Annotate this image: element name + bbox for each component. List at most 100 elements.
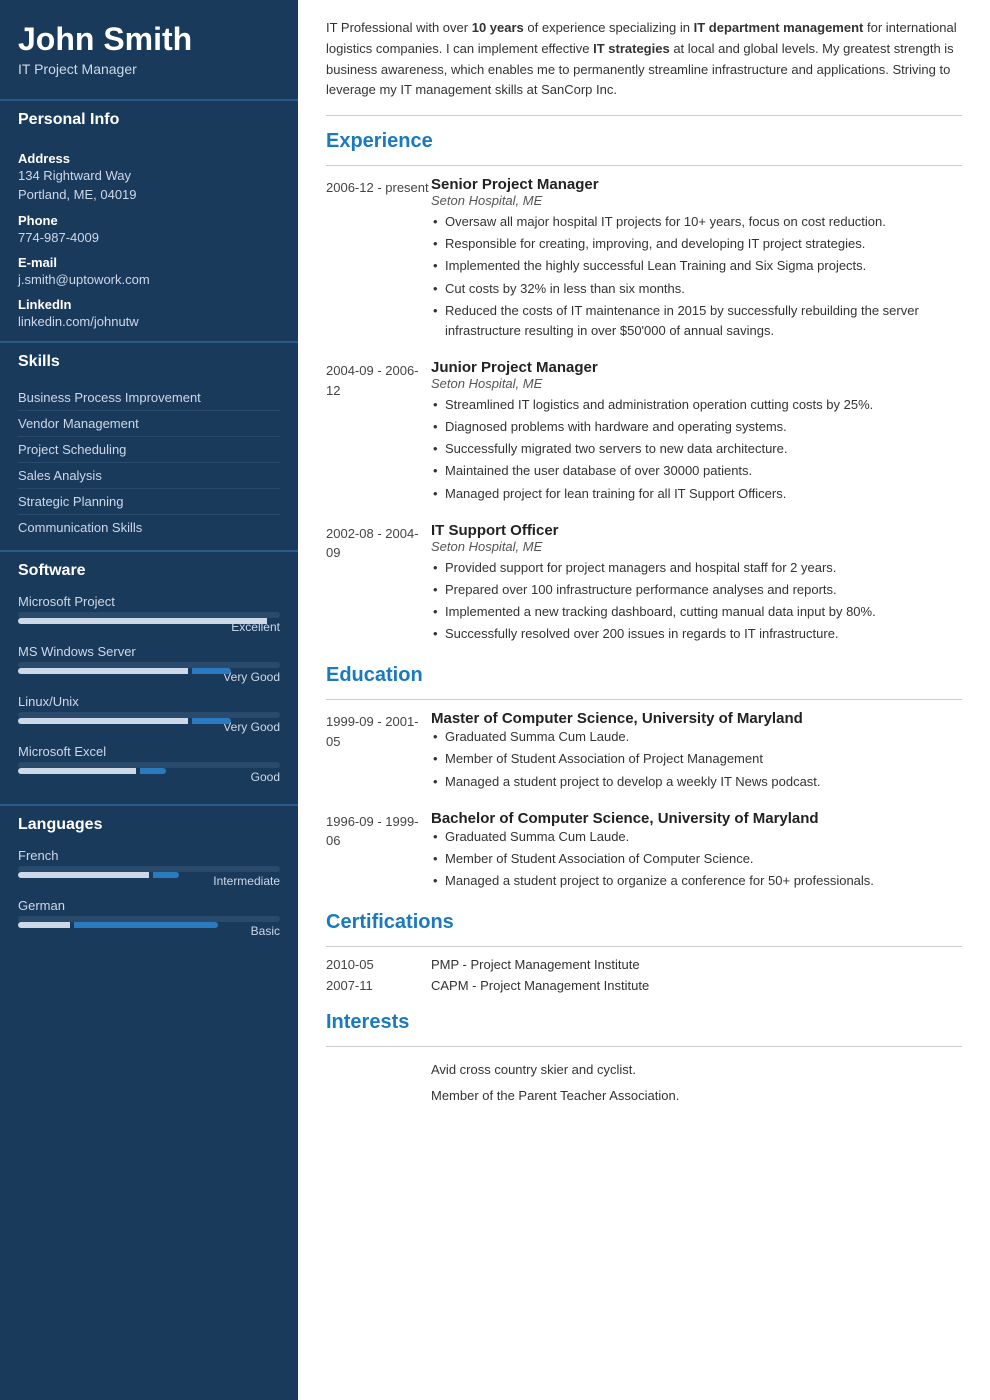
education-entry-1: 1996-09 - 1999-06 Bachelor of Computer S… <box>326 810 962 893</box>
bar-fill <box>18 668 188 674</box>
bullet-item: Graduated Summa Cum Laude. <box>431 727 962 747</box>
cert-date: 2007-11 <box>326 978 431 993</box>
degree-title: Bachelor of Computer Science, University… <box>431 810 962 827</box>
bullet-item: Managed a student project to organize a … <box>431 871 962 891</box>
bullet-item: Diagnosed problems with hardware and ope… <box>431 417 962 437</box>
bullet-item: Prepared over 100 infrastructure perform… <box>431 580 962 600</box>
bullets-list: Streamlined IT logistics and administrat… <box>431 395 962 504</box>
skill-item: Strategic Planning <box>18 489 280 515</box>
skills-title: Skills <box>0 341 298 377</box>
entry-date: 2004-09 - 2006-12 <box>326 359 431 506</box>
address-line2: Portland, ME, 04019 <box>18 186 280 204</box>
software-bar <box>18 612 280 618</box>
bar-fill <box>18 718 188 724</box>
address-label: Address <box>18 151 280 166</box>
bullet-item: Implemented a new tracking dashboard, cu… <box>431 602 962 622</box>
bullets-list: Graduated Summa Cum Laude. Member of Stu… <box>431 827 962 891</box>
candidate-name: John Smith <box>18 22 280 57</box>
software-item-3: Microsoft Excel Good <box>18 744 280 784</box>
company: Seton Hospital, ME <box>431 193 962 208</box>
skill-item: Project Scheduling <box>18 437 280 463</box>
bullet-item: Responsible for creating, improving, and… <box>431 234 962 254</box>
entry-body: Bachelor of Computer Science, University… <box>431 810 962 893</box>
skill-item: Business Process Improvement <box>18 385 280 411</box>
bar-fill <box>18 768 136 774</box>
software-name: Linux/Unix <box>18 694 280 709</box>
experience-section: Experience 2006-12 - present Senior Proj… <box>326 130 962 646</box>
software-item-2: Linux/Unix Very Good <box>18 694 280 734</box>
lang-name: German <box>18 898 280 913</box>
bar-fill <box>18 618 267 624</box>
software-title: Software <box>0 550 298 586</box>
bar-accent <box>192 668 231 674</box>
cert-date: 2010-05 <box>326 957 431 972</box>
linkedin-label: LinkedIn <box>18 297 280 312</box>
entry-body: Junior Project Manager Seton Hospital, M… <box>431 359 962 506</box>
lang-name: French <box>18 848 280 863</box>
bullet-item: Successfully resolved over 200 issues in… <box>431 624 962 644</box>
company: Seton Hospital, ME <box>431 376 962 391</box>
language-item-1: German Basic <box>18 898 280 938</box>
education-section: Education 1999-09 - 2001-05 Master of Co… <box>326 664 962 893</box>
education-divider <box>326 699 962 700</box>
software-bar <box>18 712 280 718</box>
bar-accent <box>140 768 166 774</box>
experience-entry-2: 2002-08 - 2004-09 IT Support Officer Set… <box>326 522 962 647</box>
languages-title: Languages <box>0 804 298 840</box>
software-item-1: MS Windows Server Very Good <box>18 644 280 684</box>
sidebar: John Smith IT Project Manager Personal I… <box>0 0 298 1400</box>
entry-body: Master of Computer Science, University o… <box>431 710 962 793</box>
software-item-0: Microsoft Project Excellent <box>18 594 280 634</box>
cert-entry-1: 2007-11 CAPM - Project Management Instit… <box>326 978 962 993</box>
job-title: Junior Project Manager <box>431 359 962 376</box>
cert-value: CAPM - Project Management Institute <box>431 978 649 993</box>
bullet-item: Member of Student Association of Project… <box>431 749 962 769</box>
software-bar <box>18 762 280 768</box>
linkedin-value: linkedin.com/johnutw <box>18 313 280 331</box>
skill-item: Communication Skills <box>18 515 280 540</box>
cert-value: PMP - Project Management Institute <box>431 957 640 972</box>
interest-item-0: Avid cross country skier and cyclist. <box>326 1057 962 1083</box>
entry-date: 2006-12 - present <box>326 176 431 343</box>
bullet-item: Graduated Summa Cum Laude. <box>431 827 962 847</box>
experience-divider <box>326 165 962 166</box>
language-item-0: French Intermediate <box>18 848 280 888</box>
bullet-item: Successfully migrated two servers to new… <box>431 439 962 459</box>
software-name: MS Windows Server <box>18 644 280 659</box>
software-bar <box>18 662 280 668</box>
bullet-item: Streamlined IT logistics and administrat… <box>431 395 962 415</box>
bullets-list: Graduated Summa Cum Laude. Member of Stu… <box>431 727 962 791</box>
languages-section: Languages French Intermediate German Bas… <box>0 804 298 952</box>
entry-body: Senior Project Manager Seton Hospital, M… <box>431 176 962 343</box>
personal-info-section: Personal Info Address 134 Rightward Way … <box>0 99 298 335</box>
bar-accent <box>192 718 231 724</box>
address-line1: 134 Rightward Way <box>18 167 280 185</box>
bullet-item: Provided support for project managers an… <box>431 558 962 578</box>
sidebar-header: John Smith IT Project Manager <box>0 0 298 93</box>
bar-accent <box>153 872 179 878</box>
lang-bar <box>18 916 280 922</box>
education-title: Education <box>326 664 962 691</box>
interests-title: Interests <box>326 1011 962 1038</box>
job-title: Senior Project Manager <box>431 176 962 193</box>
software-name: Microsoft Excel <box>18 744 280 759</box>
email-value: j.smith@uptowork.com <box>18 271 280 289</box>
experience-title: Experience <box>326 130 962 157</box>
bullet-item: Implemented the highly successful Lean T… <box>431 256 962 276</box>
bullets-list: Provided support for project managers an… <box>431 558 962 645</box>
skill-item: Sales Analysis <box>18 463 280 489</box>
skill-item: Vendor Management <box>18 411 280 437</box>
experience-entry-0: 2006-12 - present Senior Project Manager… <box>326 176 962 343</box>
certifications-title: Certifications <box>326 911 962 938</box>
certifications-divider <box>326 946 962 947</box>
software-content: Microsoft Project Excellent MS Windows S… <box>0 586 298 798</box>
interests-section: Interests Avid cross country skier and c… <box>326 1011 962 1108</box>
personal-info-title: Personal Info <box>0 99 298 135</box>
cert-entry-0: 2010-05 PMP - Project Management Institu… <box>326 957 962 972</box>
education-entry-0: 1999-09 - 2001-05 Master of Computer Sci… <box>326 710 962 793</box>
bar-accent <box>74 922 218 928</box>
entry-date: 1996-09 - 1999-06 <box>326 810 431 893</box>
summary-section: IT Professional with over 10 years of ex… <box>326 18 962 116</box>
main-content: IT Professional with over 10 years of ex… <box>298 0 990 1400</box>
certifications-section: Certifications 2010-05 PMP - Project Man… <box>326 911 962 993</box>
